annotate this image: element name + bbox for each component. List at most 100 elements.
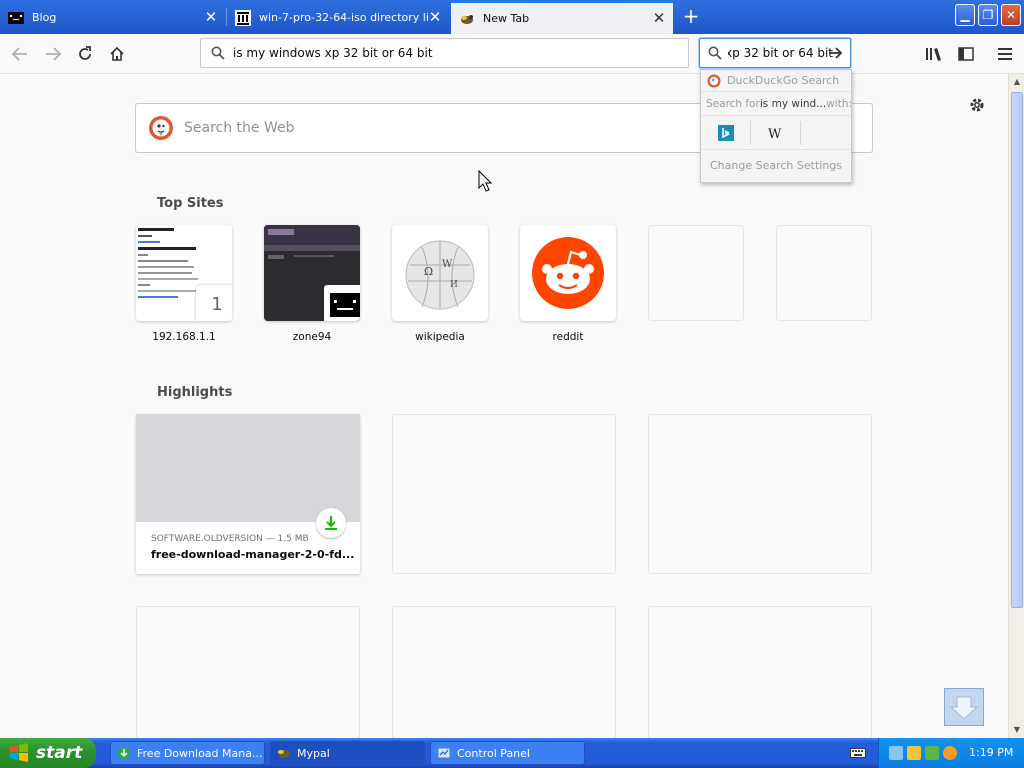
arrow-right-icon	[829, 47, 843, 59]
system-tray: 1:19 PM	[878, 738, 1024, 768]
top-site-router[interactable]: 1 192.168.1.1	[136, 225, 232, 343]
maximize-button[interactable]: ❐	[978, 4, 998, 26]
top-site-label: 192.168.1.1	[152, 331, 216, 343]
highlight-placeholder	[648, 606, 872, 746]
keyboard-icon[interactable]	[850, 747, 866, 759]
search-for-prefix: Search for	[706, 97, 760, 110]
security-shield-tray-icon[interactable]	[907, 746, 921, 760]
customize-button[interactable]	[966, 94, 988, 116]
url-bar[interactable]: is my windows xp 32 bit or 64 bit	[200, 38, 689, 68]
search-bar[interactable]: is my windows xp 32 bit or 64 bit	[699, 38, 851, 68]
highlight-placeholder	[392, 606, 616, 746]
search-engine-label: DuckDuckGo Search	[727, 74, 840, 87]
close-tab-icon[interactable]: ✕	[651, 10, 667, 26]
sidebar-button[interactable]	[953, 41, 979, 67]
sound-tray-icon[interactable]	[925, 746, 939, 760]
close-window-button[interactable]: ✕	[1001, 4, 1021, 26]
mypal-icon	[278, 750, 290, 758]
minimize-button[interactable]: ▁	[955, 4, 975, 26]
search-for-suffix: with:	[826, 97, 851, 110]
mypal-favicon-icon	[461, 14, 473, 24]
scroll-down-arrow-icon[interactable]: ▼	[1010, 722, 1024, 738]
scrollbar-thumb[interactable]	[1011, 92, 1023, 608]
top-site-thumbnail: 1	[136, 225, 232, 321]
scroll-up-arrow-icon[interactable]: ▲	[1010, 74, 1024, 90]
forward-button[interactable]	[40, 41, 66, 67]
web-search-placeholder: Search the Web	[184, 120, 295, 136]
close-tab-icon[interactable]: ✕	[203, 9, 219, 25]
tab-new-tab[interactable]: New Tab ✕	[451, 1, 673, 34]
vertical-scrollbar[interactable]: ▲ ▼	[1008, 74, 1024, 738]
blog-favicon-icon	[8, 11, 24, 24]
top-site-label: wikipedia	[415, 331, 465, 343]
wikipedia-engine-button[interactable]: W	[751, 120, 801, 145]
highlight-source: SOFTWARE.OLDVERSION — 1.5 MB	[151, 534, 309, 544]
download-badge	[316, 508, 346, 538]
highlight-placeholder	[136, 606, 360, 746]
download-arrow-icon	[949, 696, 979, 720]
top-site-placeholder	[648, 225, 744, 321]
search-icon	[211, 46, 225, 60]
tab-directory-listing[interactable]: win-7-pro-32-64-iso directory listing ✕	[227, 2, 449, 33]
new-tab-button[interactable]: +	[680, 5, 702, 27]
top-site-label: zone94	[292, 331, 332, 343]
taskbar-item-label: Control Panel	[457, 746, 530, 760]
search-icon	[708, 46, 722, 60]
home-icon	[110, 46, 124, 61]
search-tray-icon[interactable]	[943, 746, 957, 760]
zone94-favicon-icon	[330, 293, 360, 317]
sidebar-icon	[958, 47, 974, 61]
top-site-placeholder	[776, 225, 872, 321]
menu-button[interactable]	[992, 41, 1018, 67]
svg-text:Ω: Ω	[424, 265, 433, 278]
new-tab-page: Search the Web Top Sites 1 192.168.1.1 z…	[0, 74, 1008, 746]
hamburger-menu-icon	[998, 48, 1012, 60]
navigation-toolbar: is my windows xp 32 bit or 64 bit is my …	[0, 34, 1024, 74]
top-site-zone94[interactable]: zone94	[264, 225, 360, 343]
one-off-engines: W	[701, 116, 851, 150]
reload-button[interactable]	[72, 41, 98, 67]
top-site-empty	[648, 225, 744, 321]
mouse-cursor-icon	[478, 170, 492, 192]
tab-title: win-7-pro-32-64-iso directory listing	[259, 11, 429, 24]
url-text: is my windows xp 32 bit or 64 bit	[233, 46, 433, 60]
highlight-card[interactable]: SOFTWARE.OLDVERSION — 1.5 MB free-downlo…	[136, 414, 360, 574]
highlights-title: Highlights	[157, 385, 233, 400]
search-bar-text: is my windows xp 32 bit or 64 bit	[728, 46, 833, 60]
svg-text:W: W	[442, 259, 453, 270]
top-site-thumbnail	[520, 225, 616, 321]
highlight-title: free-download-manager-2-0-fd...	[151, 548, 355, 561]
svg-text:И: И	[450, 280, 458, 290]
start-button[interactable]: start	[0, 738, 96, 768]
duckduckgo-logo-icon	[149, 116, 173, 140]
library-button[interactable]	[921, 41, 947, 67]
download-icon	[325, 516, 337, 530]
download-overlay-button[interactable]	[944, 688, 984, 726]
search-for-query: is my wind...	[759, 97, 827, 110]
bing-icon	[717, 124, 734, 141]
wikipedia-w-icon: W	[768, 127, 782, 140]
engine-slot-empty	[801, 121, 851, 145]
back-button[interactable]	[7, 41, 33, 67]
highlight-placeholder	[392, 414, 616, 574]
bing-engine-button[interactable]	[701, 120, 751, 145]
search-engine-header: DuckDuckGo Search	[701, 70, 851, 92]
top-site-wikipedia[interactable]: ΩWИ wikipedia	[392, 225, 488, 343]
top-site-empty	[776, 225, 872, 321]
close-tab-icon[interactable]: ✕	[427, 9, 443, 25]
top-site-reddit[interactable]: reddit	[520, 225, 616, 343]
tab-blog[interactable]: Blog ✕	[0, 2, 225, 33]
reload-icon	[79, 46, 91, 60]
library-icon	[926, 48, 941, 61]
top-sites-title: Top Sites	[157, 196, 224, 211]
change-search-settings-button[interactable]: Change Search Settings	[701, 150, 851, 180]
highlight-preview-image	[136, 414, 360, 522]
download-manager-icon	[118, 747, 130, 759]
taskbar-item-free-download-manager[interactable]: Free Download Mana...	[110, 741, 265, 765]
taskbar-item-control-panel[interactable]: Control Panel	[430, 741, 585, 765]
taskbar-item-mypal[interactable]: Mypal	[270, 741, 425, 765]
network-tray-icon[interactable]	[889, 746, 903, 760]
home-button[interactable]	[104, 41, 130, 67]
duckduckgo-icon	[707, 74, 721, 87]
search-go-button[interactable]	[826, 43, 846, 63]
